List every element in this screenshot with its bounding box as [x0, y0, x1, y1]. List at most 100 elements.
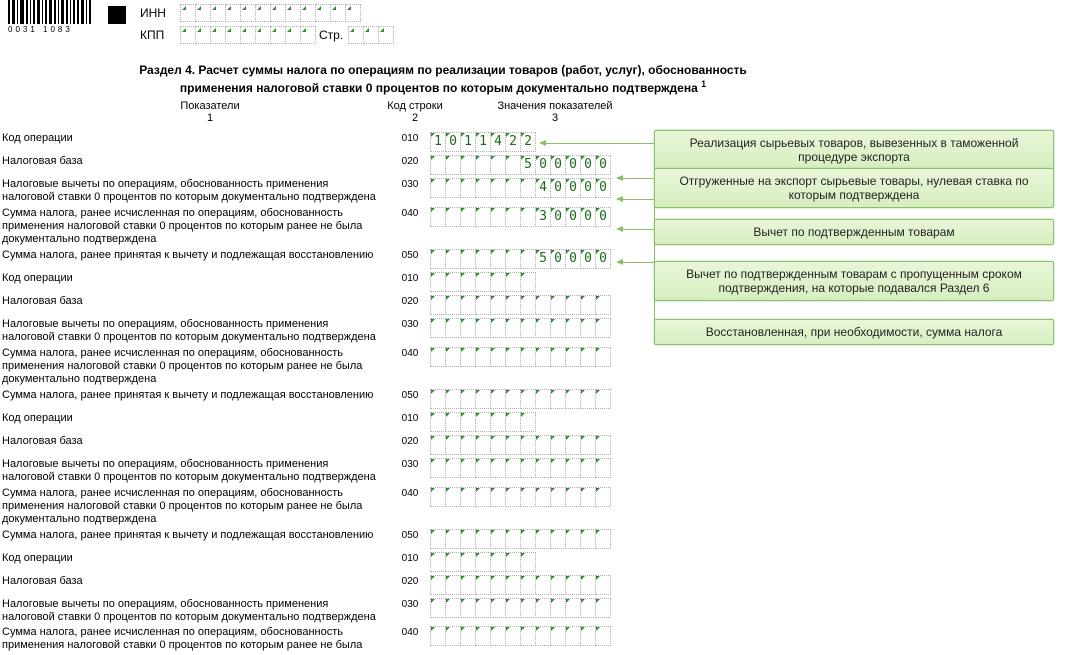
- row-value-cells[interactable]: [430, 318, 611, 338]
- row-linecode: 040: [390, 487, 430, 499]
- kpp-cells[interactable]: [180, 26, 316, 44]
- barcode: 0031 1083: [8, 0, 94, 34]
- table-row: Сумма налога, ранее исчисленная по опера…: [0, 207, 640, 246]
- kpp-label: КПП: [140, 28, 164, 42]
- row-label: Сумма налога, ранее исчисленная по опера…: [0, 347, 390, 386]
- row-linecode: 030: [390, 458, 430, 470]
- row-value-cells[interactable]: [430, 552, 536, 572]
- row-label: Сумма налога, ранее исчисленная по опера…: [0, 626, 390, 655]
- row-linecode: 010: [390, 552, 430, 564]
- table-row: Налоговая база020: [0, 435, 640, 455]
- table-row: Налоговые вычеты по операциям, обоснован…: [0, 458, 640, 484]
- annotation-box: Реализация сырьевых товаров, вывезенных …: [654, 130, 1054, 170]
- table-row: Налоговая база020: [0, 295, 640, 315]
- row-label: Налоговая база: [0, 295, 390, 308]
- row-label: Налоговая база: [0, 575, 390, 588]
- annotation-arrow: [622, 199, 654, 200]
- row-value-cells[interactable]: [430, 435, 611, 455]
- tax-form-page: 0031 1083 ИНН КПП Стр. Раздел 4. Расчет …: [0, 0, 1066, 655]
- row-linecode: 050: [390, 249, 430, 261]
- row-linecode: 010: [390, 272, 430, 284]
- table-row: Налоговые вычеты по операциям, обоснован…: [0, 318, 640, 344]
- row-value-cells[interactable]: 30000: [430, 207, 611, 227]
- table-row: Налоговые вычеты по операциям, обоснован…: [0, 598, 640, 624]
- table-row: Сумма налога, ранее исчисленная по опера…: [0, 347, 640, 386]
- row-value-cells[interactable]: [430, 487, 611, 507]
- row-label: Налоговая база: [0, 155, 390, 168]
- annotation-box: Отгруженные на экспорт сырьевые товары, …: [654, 168, 1054, 208]
- barcode-number: 0031 1083: [8, 25, 94, 34]
- table-row: Сумма налога, ранее исчисленная по опера…: [0, 487, 640, 526]
- row-value-cells[interactable]: [430, 575, 611, 595]
- table-row: Налоговая база020500000: [0, 155, 640, 175]
- row-value-cells[interactable]: [430, 458, 611, 478]
- row-value-cells[interactable]: 40000: [430, 178, 611, 198]
- annotation-arrow: [622, 262, 654, 263]
- row-label: Сумма налога, ранее исчисленная по опера…: [0, 487, 390, 526]
- row-linecode: 020: [390, 575, 430, 587]
- table-row: Сумма налога, ранее принятая к вычету и …: [0, 249, 640, 269]
- row-linecode: 030: [390, 178, 430, 190]
- annotation-arrow: [545, 143, 654, 144]
- row-label: Сумма налога, ранее принятая к вычету и …: [0, 529, 390, 542]
- table-row: Сумма налога, ранее исчисленная по опера…: [0, 626, 640, 655]
- annotation-connector: [654, 262, 655, 331]
- page-cells[interactable]: [348, 26, 394, 44]
- row-value-cells[interactable]: 1011422: [430, 132, 536, 152]
- row-label: Налоговая база: [0, 435, 390, 448]
- row-linecode: 050: [390, 529, 430, 541]
- row-linecode: 020: [390, 295, 430, 307]
- marker-square: [108, 6, 126, 24]
- row-linecode: 020: [390, 435, 430, 447]
- annotation-arrow: [622, 229, 654, 230]
- table-row: Код операции010: [0, 552, 640, 572]
- inn-cells[interactable]: [180, 4, 361, 22]
- row-label: Налоговые вычеты по операциям, обоснован…: [0, 318, 390, 344]
- row-value-cells[interactable]: [430, 272, 536, 292]
- table-row: Налоговая база020: [0, 575, 640, 595]
- row-linecode: 010: [390, 132, 430, 144]
- row-label: Код операции: [0, 412, 390, 425]
- row-linecode: 050: [390, 389, 430, 401]
- header-linecode: Код строки2: [380, 100, 450, 124]
- data-rows: Код операции0101011422Налоговая база0205…: [0, 132, 640, 655]
- row-value-cells[interactable]: [430, 626, 611, 646]
- row-linecode: 030: [390, 318, 430, 330]
- annotation-connector: [654, 199, 655, 231]
- row-linecode: 040: [390, 626, 430, 638]
- row-linecode: 020: [390, 155, 430, 167]
- table-row: Сумма налога, ранее принятая к вычету и …: [0, 529, 640, 549]
- table-row: Налоговые вычеты по операциям, обоснован…: [0, 178, 640, 204]
- annotation-box: Вычет по подтвержденным товарам с пропущ…: [654, 261, 1054, 301]
- row-linecode: 040: [390, 347, 430, 359]
- row-value-cells[interactable]: 50000: [430, 249, 611, 269]
- row-value-cells[interactable]: [430, 529, 611, 549]
- table-row: Сумма налога, ранее принятая к вычету и …: [0, 389, 640, 409]
- annotation-arrow: [622, 178, 654, 179]
- row-value-cells[interactable]: [430, 412, 536, 432]
- header-indicators: Показатели1: [150, 100, 270, 124]
- row-value-cells[interactable]: 500000: [430, 155, 611, 175]
- table-row: Код операции010: [0, 412, 640, 432]
- row-label: Налоговые вычеты по операциям, обоснован…: [0, 178, 390, 204]
- section-title: Раздел 4. Расчет суммы налога по операци…: [28, 62, 858, 96]
- annotation-box: Восстановленная, при необходимости, сумм…: [654, 319, 1054, 345]
- annotation-box: Вычет по подтвержденным товарам: [654, 219, 1054, 245]
- row-value-cells[interactable]: [430, 295, 611, 315]
- row-linecode: 010: [390, 412, 430, 424]
- row-label: Налоговые вычеты по операциям, обоснован…: [0, 458, 390, 484]
- row-label: Сумма налога, ранее принятая к вычету и …: [0, 249, 390, 262]
- row-linecode: 030: [390, 598, 430, 610]
- page-label: Стр.: [319, 28, 343, 42]
- row-value-cells[interactable]: [430, 389, 611, 409]
- row-value-cells[interactable]: [430, 598, 611, 618]
- row-label: Налоговые вычеты по операциям, обоснован…: [0, 598, 390, 624]
- row-linecode: 040: [390, 207, 430, 219]
- row-value-cells[interactable]: [430, 347, 611, 367]
- header-values: Значения показателей3: [480, 100, 630, 124]
- barcode-bars: [8, 0, 94, 24]
- row-label: Сумма налога, ранее принятая к вычету и …: [0, 389, 390, 402]
- row-label: Код операции: [0, 132, 390, 145]
- table-row: Код операции010: [0, 272, 640, 292]
- row-label: Код операции: [0, 552, 390, 565]
